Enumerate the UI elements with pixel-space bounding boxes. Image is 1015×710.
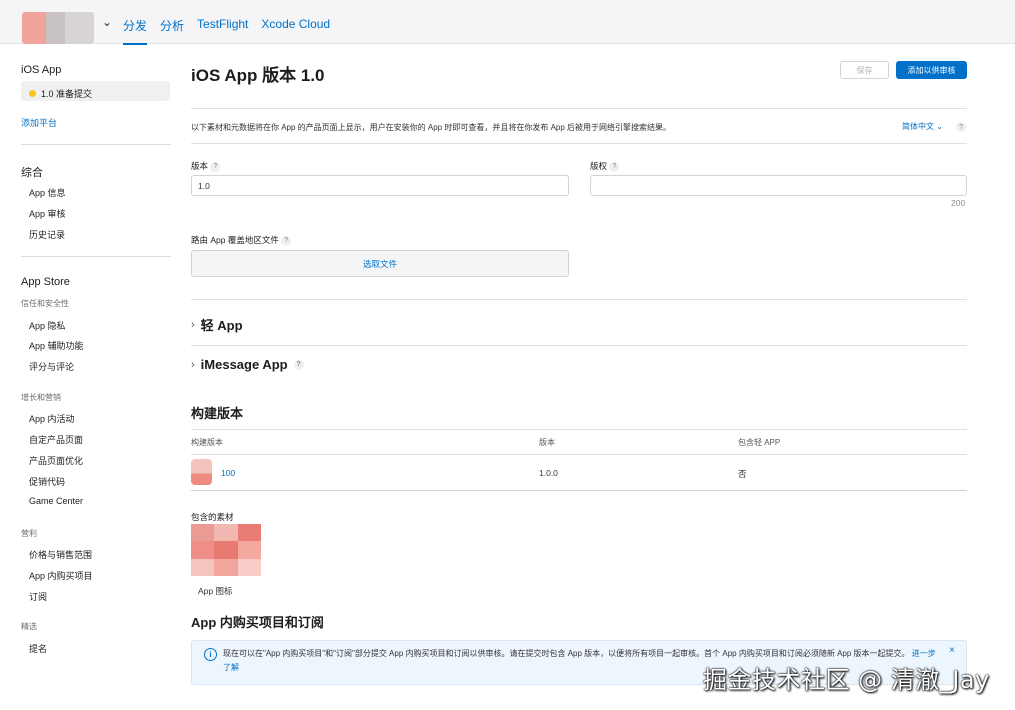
sidebar-item-history[interactable]: 历史记录: [29, 228, 65, 241]
chevron-right-icon: ›: [191, 318, 195, 331]
version-field[interactable]: 1.0: [191, 175, 569, 196]
column-header-clip: 包含轻 APP: [738, 438, 781, 447]
column-header-version: 版本: [539, 438, 555, 447]
version-status-label: 1.0 准备提交: [41, 88, 93, 99]
sidebar-item-custom-pages[interactable]: 自定产品页面: [29, 433, 83, 446]
build-section-title: 构建版本: [191, 406, 244, 421]
sidebar-item-version[interactable]: 1.0 准备提交: [21, 81, 170, 101]
build-clip-value: 否: [738, 469, 747, 479]
app-clip-section[interactable]: › 轻 App: [191, 315, 243, 334]
help-icon[interactable]: ?: [293, 359, 304, 370]
sidebar-item-privacy[interactable]: App 隐私: [29, 319, 66, 332]
help-icon[interactable]: ?: [609, 161, 620, 172]
copyright-label-text: 版权: [590, 161, 608, 171]
version-label-text: 版本: [191, 161, 209, 171]
divider: [191, 454, 967, 455]
iap-section-title: App 内购买项目和订阅: [191, 615, 324, 630]
watermark: 掘金技术社区 @ 清澈_Jay: [703, 666, 990, 694]
language-label: 简体中文 ⌄: [902, 122, 943, 131]
add-for-review-button[interactable]: 添加以供审核: [896, 61, 967, 79]
build-icon: [191, 459, 212, 485]
help-icon[interactable]: ?: [281, 235, 292, 246]
sidebar-item-app-review[interactable]: App 审核: [29, 207, 66, 220]
app-icon-image[interactable]: [191, 524, 261, 576]
section-app-store: App Store: [21, 276, 70, 288]
copyright-label: 版权 ?: [590, 160, 620, 172]
subsection-trust: 信任和安全性: [21, 299, 69, 308]
app-clip-label: 轻 App: [200, 318, 243, 333]
sidebar-item-page-optimization[interactable]: 产品页面优化: [29, 454, 83, 467]
chevron-right-icon: ›: [191, 358, 195, 371]
sidebar: iOS App 1.0 准备提交 添加平台 综合 App 信息 App 审核 历…: [0, 44, 190, 710]
imessage-label: iMessage App: [200, 357, 288, 372]
sidebar-item-promo-codes[interactable]: 促销代码: [29, 475, 65, 488]
sidebar-item-app-info[interactable]: App 信息: [29, 186, 66, 199]
status-dot-icon: [29, 89, 36, 97]
build-version: 1.0.0: [539, 468, 558, 478]
subsection-revenue: 营利: [21, 529, 37, 538]
info-icon: i: [204, 648, 217, 661]
app-thumbnail[interactable]: [22, 12, 94, 44]
save-button[interactable]: 保存: [840, 61, 889, 79]
subsection-featured: 精选: [21, 622, 37, 631]
app-icon-caption: App 图标: [198, 586, 233, 596]
divider: [21, 144, 171, 145]
sidebar-item-subscriptions[interactable]: 订阅: [29, 590, 47, 603]
divider: [21, 256, 171, 257]
subsection-growth: 增长和营销: [21, 393, 61, 402]
copyright-field[interactable]: [590, 175, 967, 196]
sidebar-item-pricing[interactable]: 价格与销售范围: [29, 548, 92, 561]
notice-body: 现在可以在"App 内购买项目"和"订阅"部分提交 App 内购买项目和订阅以供…: [223, 649, 910, 658]
imessage-section[interactable]: › iMessage App ?: [191, 357, 304, 372]
help-icon[interactable]: ?: [210, 161, 221, 172]
language-select[interactable]: 简体中文 ⌄: [902, 121, 943, 132]
sidebar-item-in-app-events[interactable]: App 内活动: [29, 412, 75, 425]
divider: [191, 429, 967, 430]
sidebar-item-nominations[interactable]: 提名: [29, 642, 47, 655]
sidebar-item-game-center[interactable]: Game Center: [29, 496, 83, 506]
sidebar-item-accessibility[interactable]: App 辅助功能: [29, 339, 84, 352]
column-header-build: 构建版本: [191, 438, 223, 447]
choose-file-button[interactable]: 选取文件: [191, 250, 569, 277]
divider: [191, 345, 967, 346]
help-icon[interactable]: ?: [956, 122, 966, 132]
sidebar-app-title: iOS App: [21, 64, 62, 76]
chevron-down-icon[interactable]: ⌄: [102, 15, 112, 29]
routing-file-label-text: 路由 App 覆盖地区文件: [191, 235, 279, 245]
build-number-link[interactable]: 100: [221, 468, 235, 478]
sidebar-item-ratings[interactable]: 评分与评论: [29, 360, 74, 373]
tab-analytics[interactable]: 分析: [160, 17, 184, 45]
close-icon[interactable]: ×: [949, 645, 955, 656]
routing-file-label: 路由 App 覆盖地区文件 ?: [191, 234, 292, 246]
section-general: 综合: [21, 167, 43, 179]
divider: [191, 108, 967, 109]
page-title: iOS App 版本 1.0: [191, 66, 325, 85]
description-text: 以下素材和元数据将在你 App 的产品页面上显示，用户在安装你的 App 时即可…: [191, 123, 672, 132]
character-counter: 200: [951, 198, 966, 208]
tab-xcode-cloud[interactable]: Xcode Cloud: [261, 17, 330, 45]
top-bar: ⌄ 分发 分析 TestFlight Xcode Cloud: [0, 0, 1015, 45]
divider: [191, 143, 967, 144]
divider: [191, 490, 967, 491]
sidebar-item-iap[interactable]: App 内购买项目: [29, 569, 93, 582]
tab-testflight[interactable]: TestFlight: [197, 17, 248, 45]
assets-label: 包含的素材: [191, 512, 234, 522]
top-nav: 分发 分析 TestFlight Xcode Cloud: [123, 17, 330, 45]
add-platform-link[interactable]: 添加平台: [21, 116, 57, 129]
tab-distribution[interactable]: 分发: [123, 17, 148, 45]
divider: [191, 299, 967, 300]
version-label: 版本 ?: [191, 160, 221, 172]
